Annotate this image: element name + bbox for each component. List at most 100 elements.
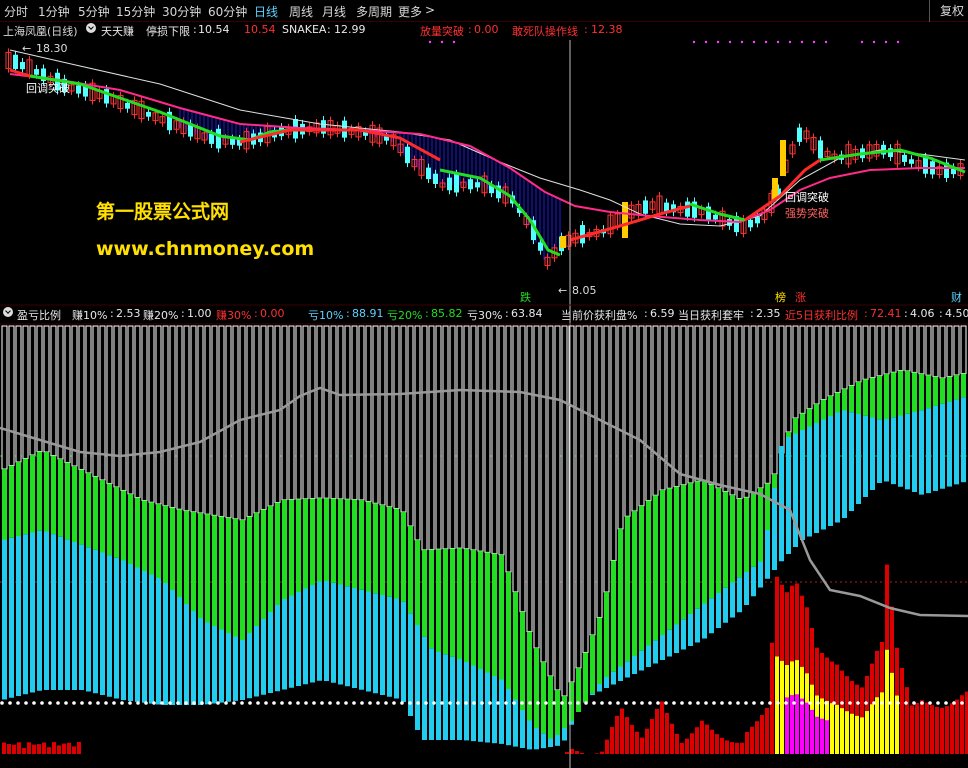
pl-green-bar — [289, 499, 294, 596]
profit-red-bar — [22, 747, 26, 754]
signal-dot — [800, 40, 804, 44]
tab-30min[interactable]: 30分钟 — [162, 3, 201, 20]
pl-green-bar — [86, 473, 91, 548]
candle-body — [76, 85, 81, 94]
pl-white-bar — [15, 325, 22, 463]
avg-dot — [488, 701, 492, 705]
pl-white-bar — [372, 325, 379, 504]
profit-red-bar — [955, 699, 959, 754]
avg-dot — [632, 701, 636, 705]
pl-green-bar — [954, 375, 959, 400]
avg-dot — [528, 701, 532, 705]
pl-cyan-bar — [926, 408, 931, 494]
avg-dot — [672, 701, 676, 705]
pl-green-bar — [198, 513, 203, 618]
pl-green-bar — [121, 490, 126, 561]
pl-green-bar — [800, 413, 805, 430]
pl-cyan-bar — [100, 552, 105, 695]
pl-cyan-bar — [303, 588, 308, 685]
pl-green-bar — [450, 548, 455, 657]
pl-cyan-bar — [856, 414, 861, 504]
avg-dot — [392, 701, 396, 705]
pl-white-bar — [463, 325, 470, 550]
pl-green-bar — [317, 498, 322, 582]
pl-cyan-bar — [2, 539, 7, 700]
pl-green-bar — [324, 498, 329, 581]
pl-white-bar — [701, 325, 708, 482]
tab-15min[interactable]: 15分钟 — [116, 3, 155, 20]
tab-1min[interactable]: 1分钟 — [38, 3, 70, 20]
strong-break-label: 强势突破 — [785, 206, 829, 220]
pl-cyan-bar — [373, 593, 378, 694]
avg-dot — [352, 701, 356, 705]
pl-cyan-bar — [870, 417, 875, 490]
avg-dot — [952, 701, 956, 705]
pl-green-bar — [44, 452, 49, 532]
tab-more[interactable]: 更多 — [398, 3, 422, 20]
tab-fenshi[interactable]: 分时 — [4, 3, 28, 20]
profit-red-bar — [615, 715, 619, 754]
pl-cyan-bar — [765, 530, 770, 579]
pl-cyan-bar — [65, 539, 70, 690]
pl-cyan-bar — [961, 397, 966, 483]
avg-dot — [112, 701, 116, 705]
pl-green-bar — [716, 488, 721, 593]
profit-yellow-bar — [780, 660, 784, 754]
main-price-panel[interactable] — [5, 40, 966, 270]
pl-green-bar — [835, 392, 840, 413]
profit-red-bar — [705, 724, 709, 754]
pl-cyan-bar — [639, 650, 644, 671]
fuquan-button[interactable]: 复权 — [940, 2, 964, 19]
pl-cyan-bar — [345, 586, 350, 687]
pl-cyan-bar — [198, 618, 203, 705]
profit-magenta-bar — [800, 698, 804, 754]
pl-white-bar — [673, 325, 680, 487]
tab-monthly[interactable]: 月线 — [322, 3, 346, 20]
pl-green-bar — [30, 455, 35, 533]
signal-dot — [860, 40, 864, 44]
pl-green-bar — [660, 490, 665, 635]
profit-loss-panel[interactable] — [0, 325, 968, 754]
tab-5min[interactable]: 5分钟 — [78, 3, 110, 20]
avg-dot — [504, 701, 508, 705]
profit-red-bar — [735, 742, 739, 754]
profit-yellow-bar — [875, 697, 879, 754]
pl-green-bar — [415, 540, 420, 625]
kline-chart[interactable]: 第一股票公式网 www.chnmoney.com 18.30 ← 8.05 ← … — [0, 22, 968, 768]
high-price-label: 18.30 — [36, 42, 68, 55]
pl-green-bar — [639, 505, 644, 651]
profit-red-bar — [625, 717, 629, 754]
pl-green-bar — [170, 507, 175, 590]
pl-green-bar — [184, 510, 189, 604]
tab-weekly[interactable]: 周线 — [289, 3, 313, 20]
pl-white-bar — [246, 325, 253, 517]
avg-dot — [832, 701, 836, 705]
pl-green-bar — [933, 376, 938, 406]
pl-cyan-bar — [170, 590, 175, 705]
pl-cyan-bar — [758, 561, 763, 588]
pl-green-bar — [359, 499, 364, 590]
tab-60min[interactable]: 60分钟 — [208, 3, 247, 20]
pl-green-bar — [352, 499, 357, 588]
tab-daily[interactable]: 日线 — [254, 3, 278, 20]
tab-multi-period[interactable]: 多周期 — [356, 3, 392, 20]
avg-dot — [56, 701, 60, 705]
pl-white-bar — [533, 325, 540, 649]
profit-red-bar — [37, 744, 41, 754]
avg-dot — [408, 701, 412, 705]
pl-white-bar — [834, 325, 841, 393]
pl-white-bar — [162, 325, 169, 507]
pl-cyan-bar — [499, 679, 504, 744]
signal-dot — [440, 40, 444, 44]
more-chevron-icon[interactable]: > — [425, 3, 435, 17]
avg-dot — [152, 701, 156, 705]
profit-red-bar — [665, 712, 669, 754]
pl-green-bar — [793, 418, 798, 434]
pl-white-bar — [841, 325, 848, 390]
candle-body — [454, 173, 459, 193]
profit-red-bar — [910, 705, 914, 754]
profit-red-bar — [760, 715, 764, 754]
pl-green-bar — [667, 488, 672, 630]
pl-white-bar — [680, 325, 687, 486]
pl-green-bar — [877, 375, 882, 420]
